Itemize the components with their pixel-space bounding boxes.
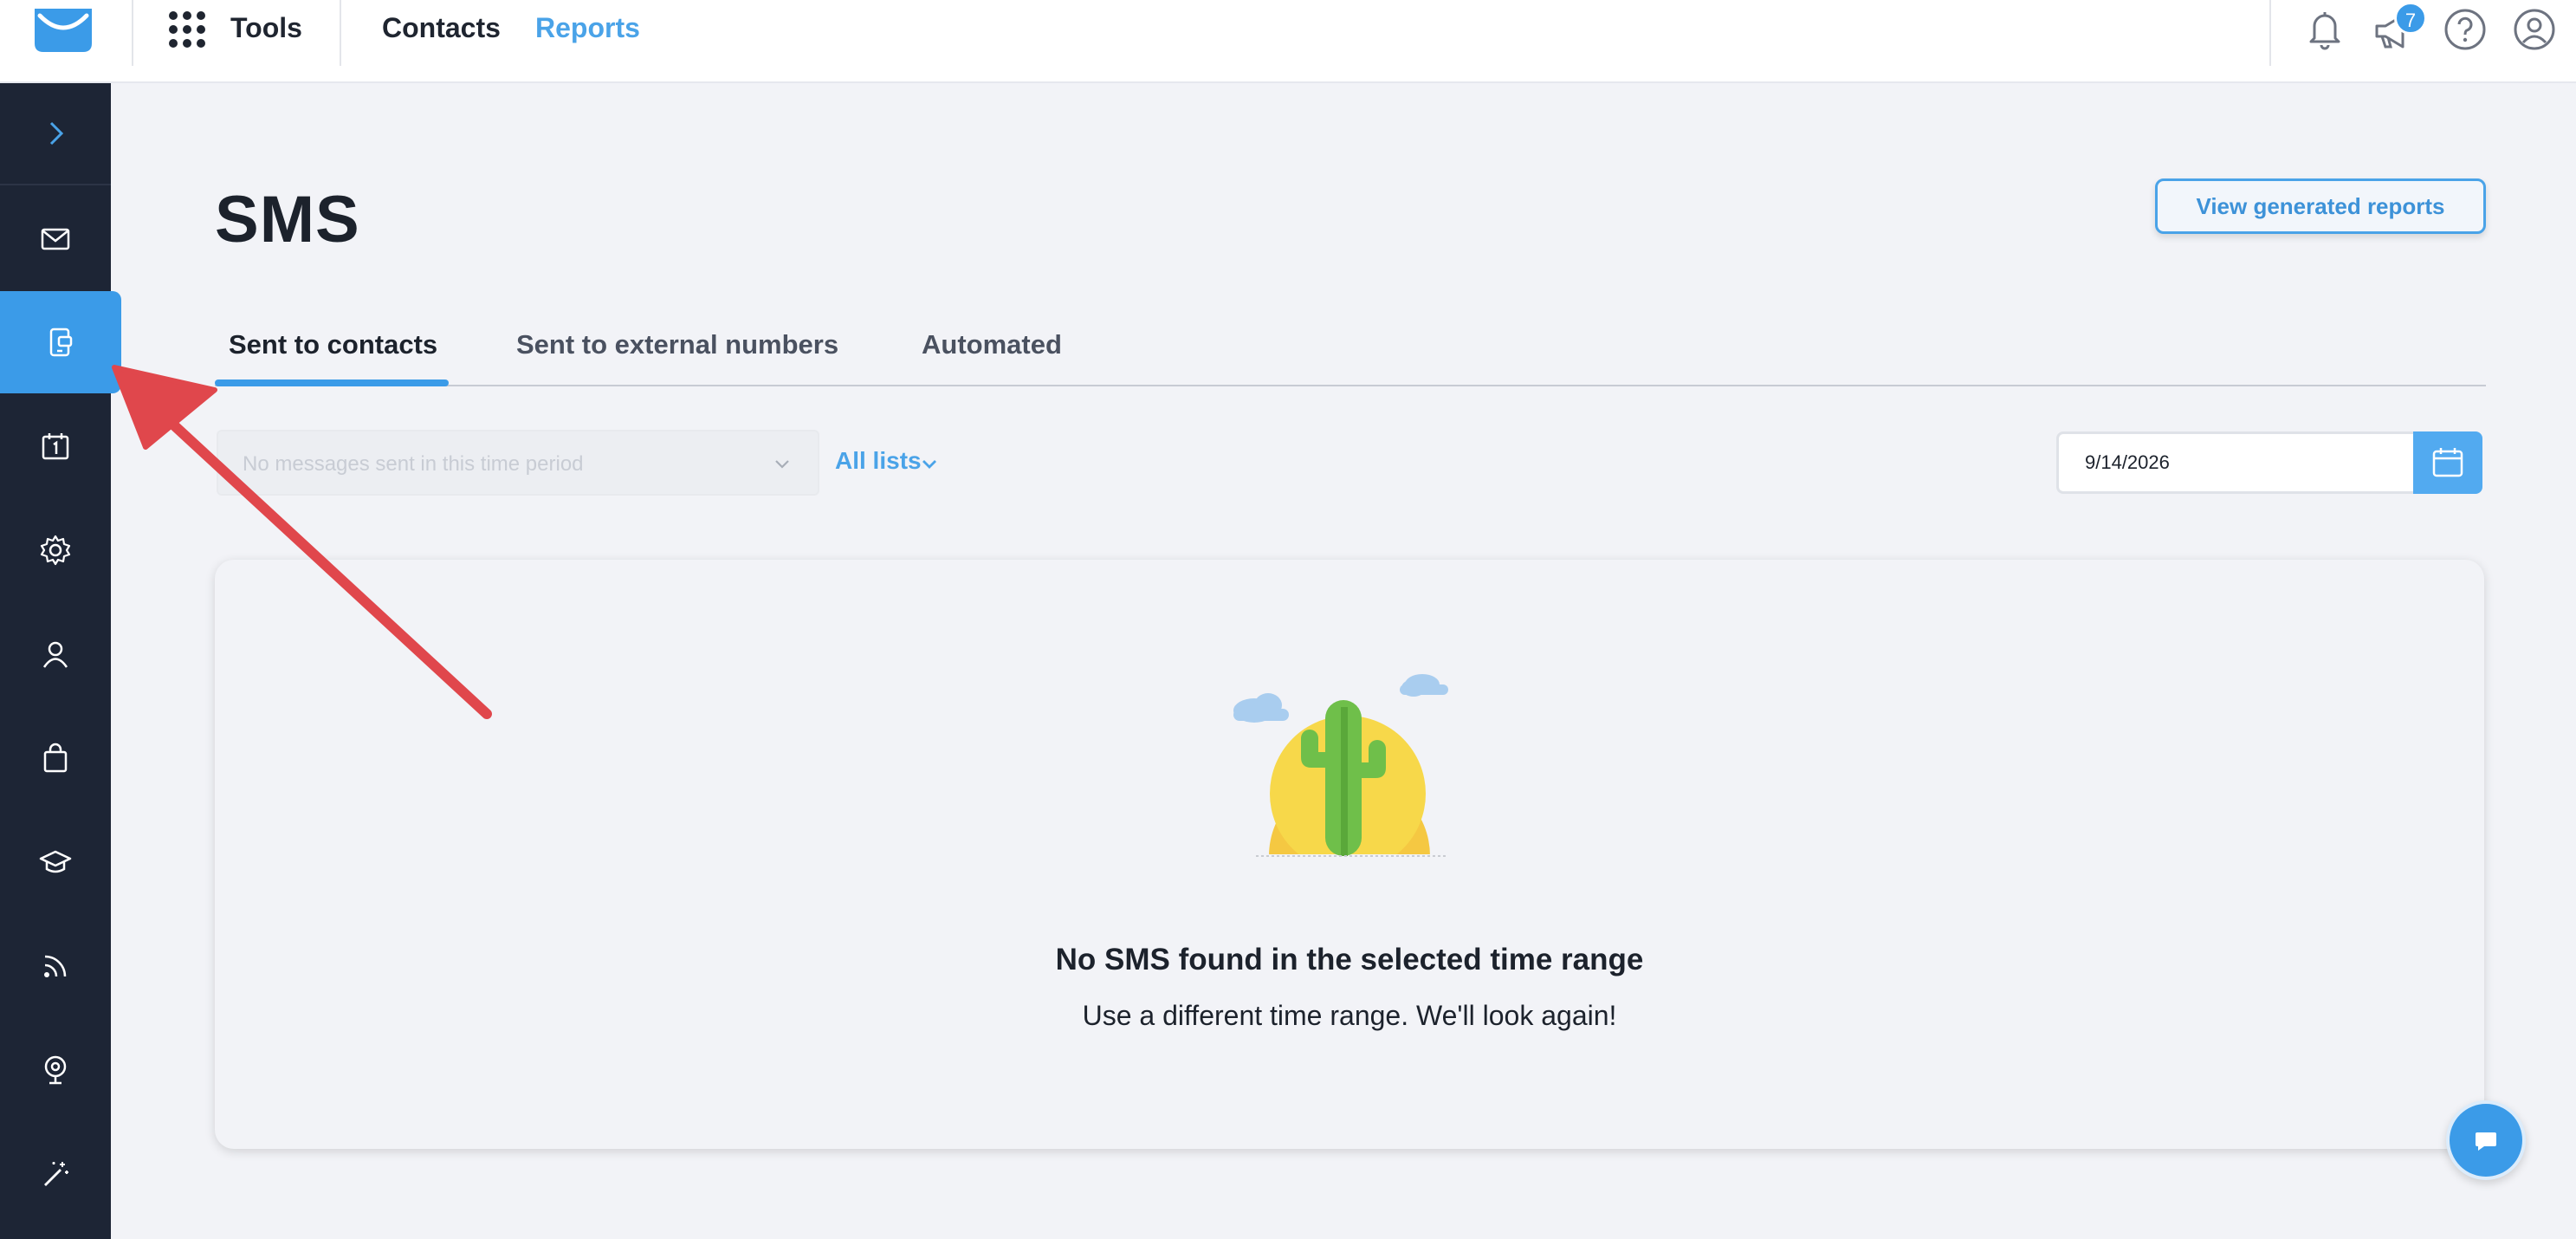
tab-bar: Sent to contacts Sent to external number… <box>215 329 2486 386</box>
help-icon[interactable] <box>2441 5 2489 54</box>
view-generated-reports-button[interactable]: View generated reports <box>2155 178 2486 234</box>
empty-state-subtitle: Use a different time range. We'll look a… <box>1082 1000 1617 1031</box>
shopping-bag-icon <box>43 743 68 773</box>
tools-menu[interactable]: Tools <box>230 12 302 44</box>
sidebar-item-ai-tools[interactable] <box>0 1123 111 1225</box>
sidebar-item-sms[interactable] <box>0 291 121 393</box>
chat-bubble-icon <box>2476 1132 2496 1151</box>
calendar-icon <box>42 433 69 460</box>
nav-contacts[interactable]: Contacts <box>382 12 501 44</box>
bell-icon[interactable] <box>2301 5 2349 54</box>
notification-badge: 7 <box>2394 2 2427 35</box>
sidebar-item-webinars[interactable] <box>0 1019 111 1121</box>
active-tab-indicator <box>215 379 449 386</box>
apps-grid-icon[interactable] <box>168 10 206 49</box>
tab-sent-to-external-numbers[interactable]: Sent to external numbers <box>516 329 838 360</box>
header-divider <box>2269 0 2271 66</box>
header-divider <box>132 0 133 66</box>
sidebar-expand-button[interactable] <box>0 83 111 185</box>
cactus-illustration <box>1233 674 1448 863</box>
chevron-down-icon[interactable] <box>920 454 939 473</box>
envelope-icon <box>41 228 70 250</box>
webcam-icon <box>44 1055 67 1085</box>
chevron-down-icon <box>775 460 789 469</box>
sidebar-item-rss[interactable] <box>0 915 111 1017</box>
header-divider <box>340 0 341 66</box>
gear-icon <box>40 535 71 566</box>
user-profile-icon[interactable] <box>2510 5 2559 54</box>
sidebar-item-automation[interactable] <box>0 499 111 601</box>
magic-wand-icon <box>44 1162 68 1186</box>
tab-automated[interactable]: Automated <box>922 329 1062 360</box>
graduation-cap-icon <box>39 850 72 873</box>
chat-support-button[interactable] <box>2446 1100 2526 1180</box>
sidebar-item-courses[interactable] <box>0 811 111 913</box>
chevron-right-icon <box>49 121 64 146</box>
calendar-picker-button[interactable] <box>2413 431 2482 494</box>
person-icon <box>42 641 68 668</box>
sidebar-item-autoresponders[interactable] <box>0 395 111 497</box>
tab-sent-to-contacts[interactable]: Sent to contacts <box>229 329 437 360</box>
message-select[interactable]: No messages sent in this time period <box>217 430 819 496</box>
nav-reports[interactable]: Reports <box>535 12 640 44</box>
all-lists-filter[interactable]: All lists <box>835 447 922 475</box>
message-select-placeholder: No messages sent in this time period <box>243 452 584 476</box>
sidebar-item-email[interactable] <box>0 187 111 289</box>
sms-device-icon <box>49 328 73 357</box>
date-input[interactable]: 9/14/2026 <box>2056 431 2417 494</box>
sidebar <box>0 83 121 1239</box>
sidebar-item-contacts[interactable] <box>0 603 111 705</box>
top-bar: Tools Contacts Reports 7 <box>0 0 2576 83</box>
page-title: SMS <box>215 183 360 256</box>
rss-feed-icon <box>44 955 67 977</box>
logo-envelope-icon[interactable] <box>35 9 92 52</box>
sidebar-item-ecommerce[interactable] <box>0 707 111 809</box>
calendar-icon <box>2432 448 2463 477</box>
empty-state-title: No SMS found in the selected time range <box>1055 943 1644 976</box>
